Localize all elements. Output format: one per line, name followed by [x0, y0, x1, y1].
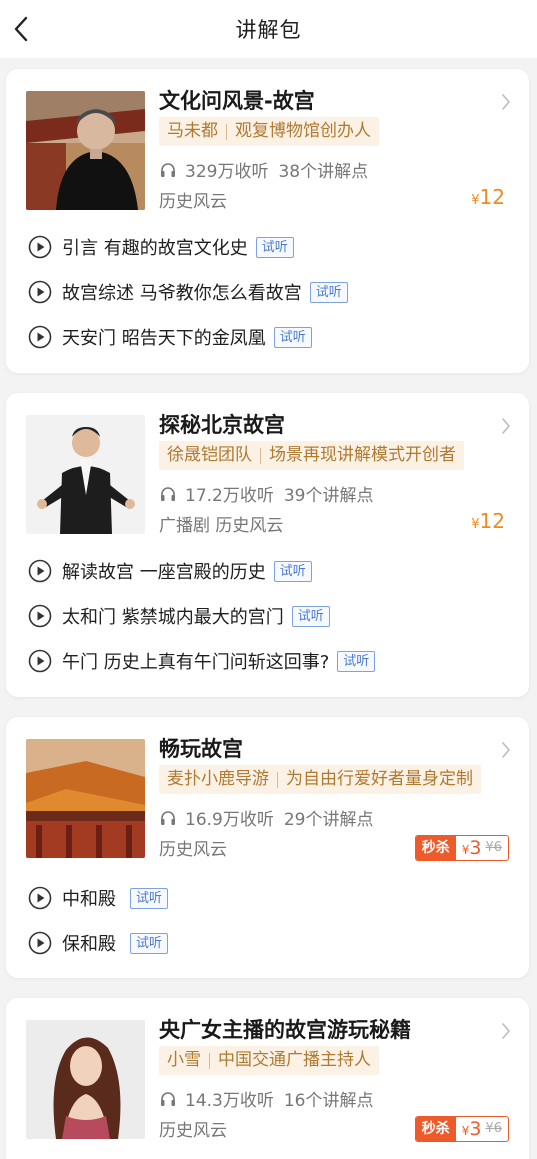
package-card[interactable]: 畅玩故宫 麦扑小鹿导游 为自由行爱好者量身定制 16.9万收听 29个讲解点 历…: [6, 717, 529, 978]
package-title[interactable]: 文化问风景-故宫: [159, 85, 315, 115]
author-desc: 观复博物馆创办人: [235, 121, 371, 141]
flash-sale-price[interactable]: 秒杀 ¥3 ¥6: [414, 1116, 509, 1142]
flash-sale-label: 秒杀: [415, 836, 456, 860]
play-icon[interactable]: [28, 325, 52, 349]
episode-item[interactable]: 天安门 昭告天下的金凤凰 试听: [28, 323, 312, 351]
author-desc: 为自由行爱好者量身定制: [286, 769, 473, 789]
cover-image[interactable]: [26, 91, 145, 210]
audition-badge[interactable]: 试听: [309, 281, 348, 303]
episode-title: 午门 历史上真有午门问斩这回事?: [62, 652, 330, 673]
cover-image[interactable]: [26, 415, 145, 534]
episode-item[interactable]: 午门 历史上真有午门问斩这回事? 试听: [28, 647, 376, 675]
author-name: 马未都: [167, 121, 218, 141]
point-count: 39个讲解点: [283, 486, 374, 506]
headphones-icon: [159, 1090, 177, 1108]
audition-badge[interactable]: 试听: [130, 932, 169, 954]
headphones-icon: [159, 485, 177, 503]
headphones-icon: [159, 161, 177, 179]
episode-title: 中和殿: [62, 889, 116, 910]
author-desc: 中国交通广播主持人: [218, 1050, 371, 1070]
author-name: 麦扑小鹿导游: [167, 769, 269, 789]
chevron-right-icon[interactable]: [501, 741, 511, 759]
original-price: ¥6: [485, 1121, 502, 1136]
tag-divider: [277, 771, 278, 788]
sale-price: ¥3: [461, 837, 482, 859]
author-desc: 场景再现讲解模式开创者: [269, 445, 456, 465]
original-price: ¥6: [485, 840, 502, 855]
category-text: 历史风云: [159, 192, 227, 212]
episode-item[interactable]: 中和殿 试听: [28, 884, 169, 912]
episode-item[interactable]: 太和门 紫禁城内最大的宫门 试听: [28, 602, 330, 630]
tag-divider: [260, 447, 261, 464]
episode-title: 天安门 昭告天下的金凤凰: [62, 328, 266, 349]
point-count: 16个讲解点: [283, 1091, 374, 1111]
category-text: 广播剧 历史风云: [159, 516, 284, 536]
stats-line: 17.2万收听 39个讲解点: [159, 481, 374, 506]
author-tag: 麦扑小鹿导游 为自由行爱好者量身定制: [159, 765, 481, 794]
episode-item[interactable]: 故宫综述 马爷教你怎么看故宫 试听: [28, 278, 348, 306]
package-card[interactable]: 央广女主播的故宫游玩秘籍 小雪 中国交通广播主持人 14.3万收听 16个讲解点…: [6, 998, 529, 1159]
package-title[interactable]: 探秘北京故宫: [159, 409, 285, 439]
play-icon[interactable]: [28, 559, 52, 583]
headphones-icon: [159, 809, 177, 827]
chevron-right-icon[interactable]: [501, 1022, 511, 1040]
chevron-right-icon[interactable]: [501, 417, 511, 435]
listen-count: 16.9万收听: [185, 810, 274, 830]
episode-title: 故宫综述 马爷教你怎么看故宫: [62, 283, 302, 304]
sale-price: ¥3: [461, 1118, 482, 1140]
package-card[interactable]: 文化问风景-故宫 马未都 观复博物馆创办人 329万收听 38个讲解点 历史风云…: [6, 69, 529, 373]
point-count: 29个讲解点: [283, 810, 374, 830]
play-icon[interactable]: [28, 280, 52, 304]
play-icon[interactable]: [28, 235, 52, 259]
listen-count: 329万收听: [185, 162, 269, 182]
play-icon[interactable]: [28, 931, 52, 955]
author-name: 小雪: [167, 1050, 201, 1070]
tag-divider: [226, 123, 227, 140]
price[interactable]: ¥12: [471, 509, 505, 533]
audition-badge[interactable]: 试听: [291, 605, 330, 627]
episode-title: 太和门 紫禁城内最大的宫门: [62, 607, 284, 628]
author-tag: 徐晟铠团队 场景再现讲解模式开创者: [159, 441, 464, 470]
author-tag: 小雪 中国交通广播主持人: [159, 1046, 379, 1075]
category-text: 历史风云: [159, 1121, 227, 1141]
cover-image[interactable]: [26, 1020, 145, 1139]
price[interactable]: ¥12: [471, 185, 505, 209]
listen-count: 17.2万收听: [185, 486, 274, 506]
play-icon[interactable]: [28, 604, 52, 628]
cover-image[interactable]: [26, 739, 145, 858]
audition-badge[interactable]: 试听: [273, 326, 312, 348]
episode-item[interactable]: 解读故宫 一座宫殿的历史 试听: [28, 557, 312, 585]
listen-count: 14.3万收听: [185, 1091, 274, 1111]
episode-title: 解读故宫 一座宫殿的历史: [62, 562, 266, 583]
episode-item[interactable]: 保和殿 试听: [28, 929, 169, 957]
chevron-right-icon[interactable]: [501, 93, 511, 111]
flash-sale-label: 秒杀: [415, 1117, 456, 1141]
package-card[interactable]: 探秘北京故宫 徐晟铠团队 场景再现讲解模式开创者 17.2万收听 39个讲解点 …: [6, 393, 529, 697]
audition-badge[interactable]: 试听: [273, 560, 312, 582]
audition-badge[interactable]: 试听: [337, 650, 376, 672]
episode-item[interactable]: 引言 有趣的故宫文化史 试听: [28, 233, 294, 261]
package-title[interactable]: 畅玩故宫: [159, 733, 243, 763]
episode-title: 保和殿: [62, 934, 116, 955]
package-title[interactable]: 央广女主播的故宫游玩秘籍: [159, 1014, 411, 1044]
audition-badge[interactable]: 试听: [255, 236, 294, 258]
point-count: 38个讲解点: [278, 162, 369, 182]
author-name: 徐晟铠团队: [167, 445, 252, 465]
stats-line: 16.9万收听 29个讲解点: [159, 805, 374, 830]
author-tag: 马未都 观复博物馆创办人: [159, 117, 379, 146]
play-icon[interactable]: [28, 649, 52, 673]
tag-divider: [209, 1052, 210, 1069]
episode-title: 引言 有趣的故宫文化史: [62, 238, 248, 259]
stats-line: 14.3万收听 16个讲解点: [159, 1086, 374, 1111]
top-bar: 讲解包: [0, 0, 537, 58]
audition-badge[interactable]: 试听: [130, 887, 169, 909]
flash-sale-price[interactable]: 秒杀 ¥3 ¥6: [414, 835, 509, 861]
page-title: 讲解包: [235, 18, 302, 42]
stats-line: 329万收听 38个讲解点: [159, 157, 368, 182]
category-text: 历史风云: [159, 840, 227, 860]
play-icon[interactable]: [28, 886, 52, 910]
